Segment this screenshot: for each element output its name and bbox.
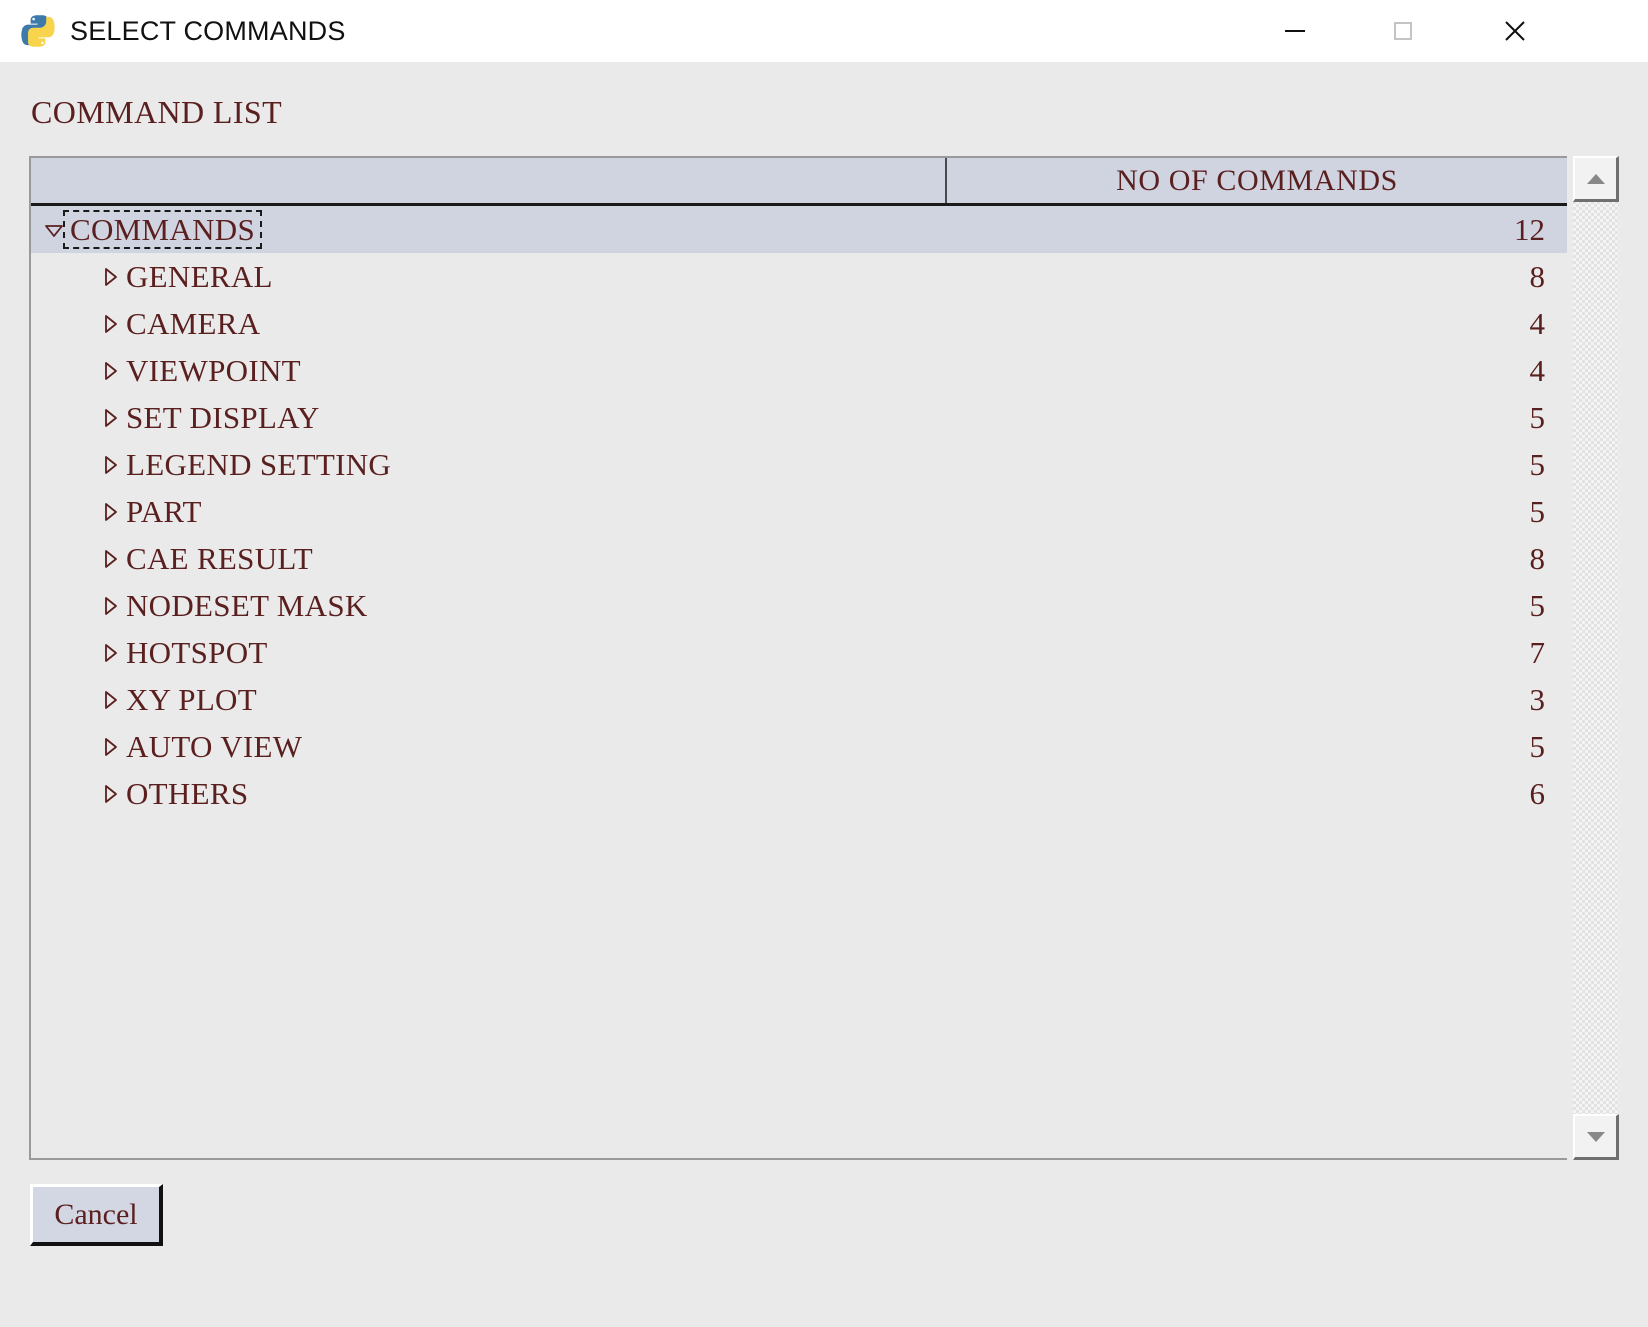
- tree-row-count: 3: [1529, 681, 1546, 717]
- title-bar: SELECT COMMANDS: [0, 0, 1648, 63]
- tree-row-label: CAE RESULT: [126, 541, 314, 576]
- tree-row-label-area: OTHERS: [31, 778, 1327, 809]
- window-title: SELECT COMMANDS: [70, 15, 346, 46]
- tree-row-label-area: SET DISPLAY: [31, 402, 1327, 433]
- triangle-right-icon[interactable]: [97, 640, 123, 666]
- tree-row-camera[interactable]: CAMERA 4: [31, 300, 1567, 347]
- tree-column-header-name[interactable]: [31, 158, 947, 203]
- scroll-down-arrow-icon: [1586, 1131, 1605, 1142]
- tree-row-part[interactable]: PART 5: [31, 488, 1567, 535]
- tree-row-label-area: LEGEND SETTING: [31, 449, 1327, 480]
- triangle-right-icon[interactable]: [97, 734, 123, 760]
- tree-row-label: NODESET MASK: [126, 588, 368, 623]
- triangle-right-icon[interactable]: [97, 264, 123, 290]
- tree-row-container: COMMANDS 12 GENERAL 8 CAMERA 4 VIEWPOINT…: [31, 206, 1567, 1156]
- tree-header-row: NO OF COMMANDS: [31, 158, 1567, 206]
- tree-row-label: PART: [126, 494, 202, 529]
- tree-row-count: 12: [1514, 211, 1545, 247]
- tree-row-label: AUTO VIEW: [126, 729, 303, 764]
- scroll-up-arrow-icon: [1586, 173, 1605, 184]
- tree-row-label-area: COMMANDS: [31, 210, 1327, 249]
- close-icon: [1505, 20, 1525, 41]
- tree-row-label-area: AUTO VIEW: [31, 731, 1327, 762]
- tree-row-label: OTHERS: [126, 776, 249, 811]
- triangle-right-icon[interactable]: [97, 499, 123, 525]
- tree-row-count: 5: [1529, 493, 1546, 529]
- tree-row-count: 8: [1529, 258, 1546, 294]
- python-logo-icon: [21, 15, 55, 47]
- tree-column-header-count[interactable]: NO OF COMMANDS: [947, 158, 1567, 203]
- tree-row-label-area: CAMERA: [31, 308, 1327, 339]
- tree-row-commands[interactable]: COMMANDS 12: [31, 206, 1567, 253]
- tree-row-count: 6: [1529, 775, 1546, 811]
- close-button[interactable]: [1479, 0, 1551, 61]
- triangle-right-icon[interactable]: [97, 546, 123, 572]
- tree-row-label: SET DISPLAY: [126, 400, 320, 435]
- tree-row-legend-setting[interactable]: LEGEND SETTING 5: [31, 441, 1567, 488]
- maximize-icon: [1394, 21, 1412, 40]
- tree-row-label-area: XY PLOT: [31, 684, 1327, 715]
- minimize-button[interactable]: [1259, 0, 1331, 61]
- tree-row-viewpoint[interactable]: VIEWPOINT 4: [31, 347, 1567, 394]
- tree-row-xy-plot[interactable]: XY PLOT 3: [31, 676, 1567, 723]
- triangle-right-icon[interactable]: [97, 358, 123, 384]
- triangle-down-icon[interactable]: [41, 217, 67, 243]
- tree-row-label-area: PART: [31, 496, 1327, 527]
- tree-row-count: 7: [1529, 634, 1546, 670]
- tree-row-label: HOTSPOT: [126, 635, 268, 670]
- tree-row-auto-view[interactable]: AUTO VIEW 5: [31, 723, 1567, 770]
- triangle-right-icon[interactable]: [97, 687, 123, 713]
- triangle-right-icon[interactable]: [97, 311, 123, 337]
- scroll-down-button[interactable]: [1573, 1114, 1619, 1160]
- tree-row-label-area: VIEWPOINT: [31, 355, 1327, 386]
- vertical-scrollbar[interactable]: [1573, 156, 1619, 1160]
- tree-row-count: 4: [1529, 305, 1546, 341]
- tree-row-count: 5: [1529, 728, 1546, 764]
- triangle-right-icon[interactable]: [97, 405, 123, 431]
- tree-row-label: GENERAL: [126, 259, 273, 294]
- tree-row-label-area: HOTSPOT: [31, 637, 1327, 668]
- select-commands-window: SELECT COMMANDS COMMAND LIST NO OF COMMA: [0, 0, 1648, 1327]
- tree-row-hotspot[interactable]: HOTSPOT 7: [31, 629, 1567, 676]
- tree-row-count: 4: [1529, 352, 1546, 388]
- tree-row-count: 5: [1529, 446, 1546, 482]
- maximize-button[interactable]: [1367, 0, 1439, 61]
- tree-row-label: CAMERA: [126, 306, 261, 341]
- tree-row-cae-result[interactable]: CAE RESULT 8: [31, 535, 1567, 582]
- tree-row-count: 8: [1529, 540, 1546, 576]
- tree-row-label-area: GENERAL: [31, 261, 1327, 292]
- cancel-button[interactable]: Cancel: [30, 1184, 163, 1246]
- command-tree: NO OF COMMANDS COMMANDS 12 GENERAL 8 CAM…: [29, 156, 1567, 1160]
- tree-row-label: LEGEND SETTING: [126, 447, 392, 482]
- tree-row-general[interactable]: GENERAL 8: [31, 253, 1567, 300]
- tree-row-set-display[interactable]: SET DISPLAY 5: [31, 394, 1567, 441]
- triangle-right-icon[interactable]: [97, 781, 123, 807]
- tree-row-label: VIEWPOINT: [126, 353, 301, 388]
- tree-row-label-area: CAE RESULT: [31, 543, 1327, 574]
- page-title: COMMAND LIST: [31, 94, 283, 130]
- triangle-right-icon[interactable]: [97, 593, 123, 619]
- dialog-content: COMMAND LIST NO OF COMMANDS COMMANDS 12 …: [0, 62, 1648, 1327]
- triangle-right-icon[interactable]: [97, 452, 123, 478]
- minimize-icon: [1285, 29, 1305, 32]
- tree-row-label: XY PLOT: [126, 682, 257, 717]
- tree-row-count: 5: [1529, 587, 1546, 623]
- tree-row-label: COMMANDS: [63, 210, 262, 249]
- tree-row-count: 5: [1529, 399, 1546, 435]
- tree-row-others[interactable]: OTHERS 6: [31, 770, 1567, 817]
- scroll-up-button[interactable]: [1573, 156, 1619, 202]
- tree-row-label-area: NODESET MASK: [31, 590, 1327, 621]
- tree-row-nodeset-mask[interactable]: NODESET MASK 5: [31, 582, 1567, 629]
